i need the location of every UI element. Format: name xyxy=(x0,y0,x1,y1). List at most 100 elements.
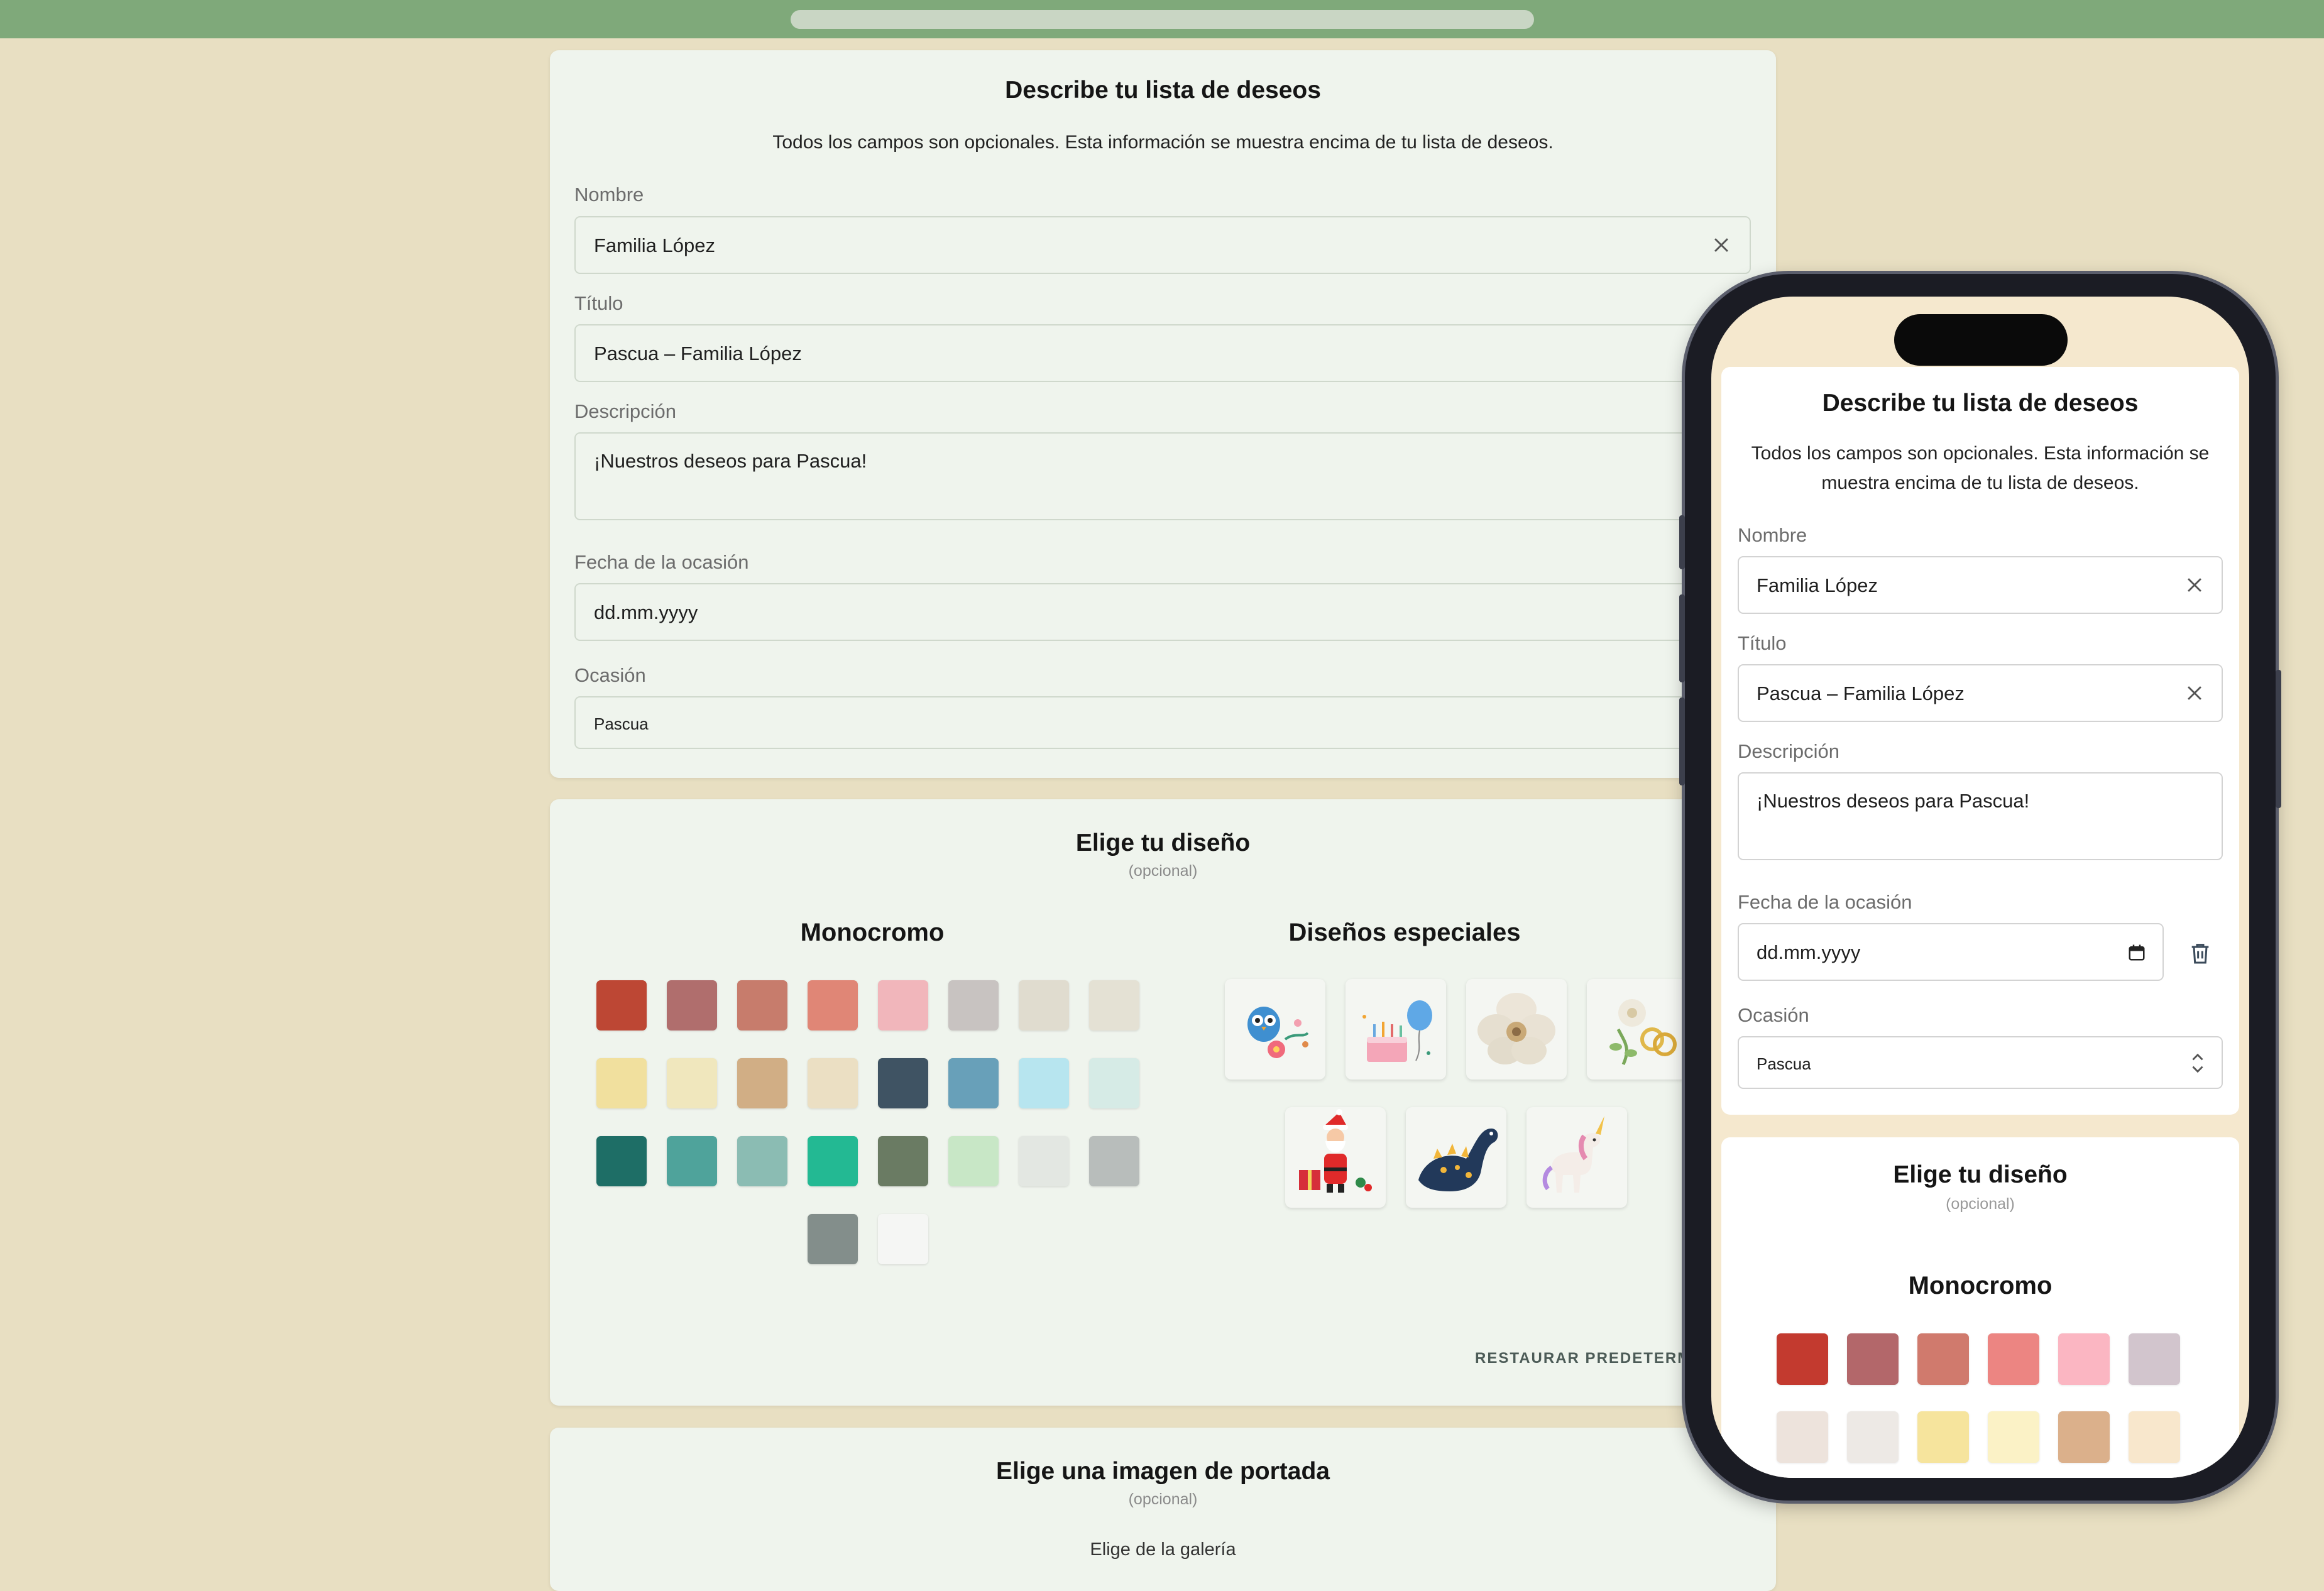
title-value: Pascua – Familia López xyxy=(594,342,802,364)
choose-from-gallery-link[interactable]: Elige de la galería xyxy=(550,1539,1776,1560)
phone-volume-up xyxy=(1679,594,1685,682)
phone-color-swatch[interactable] xyxy=(2058,1333,2110,1385)
design-tile-wedding[interactable] xyxy=(1587,979,1687,1080)
phone-color-swatch[interactable] xyxy=(2058,1411,2110,1463)
color-swatch[interactable] xyxy=(737,1136,787,1186)
phone-name-label: Nombre xyxy=(1738,524,1807,546)
color-swatch[interactable] xyxy=(948,1058,999,1108)
description-label: Descripción xyxy=(574,400,676,422)
top-bar xyxy=(0,0,2324,38)
details-title: Describe tu lista de deseos xyxy=(1005,77,1321,104)
occasion-label: Ocasión xyxy=(574,664,646,686)
date-label: Fecha de la ocasión xyxy=(574,551,749,573)
phone-description-label: Descripción xyxy=(1738,740,1839,762)
phone-power-button xyxy=(2276,670,2281,808)
phone-color-swatch[interactable] xyxy=(1917,1333,1969,1385)
occasion-select[interactable]: Pascua xyxy=(574,696,1751,749)
name-input[interactable]: Familia López xyxy=(574,216,1751,274)
color-swatch[interactable] xyxy=(596,980,647,1031)
phone-details-card: Describe tu lista de deseos Todos los ca… xyxy=(1721,367,2239,1115)
dinosaur-icon xyxy=(1418,1129,1498,1191)
color-swatch[interactable] xyxy=(808,980,858,1031)
description-textarea[interactable]: ¡Nuestros deseos para Pascua! xyxy=(574,432,1751,520)
phone-name-input[interactable]: Familia López xyxy=(1738,556,2223,614)
address-bar[interactable] xyxy=(791,10,1534,29)
occasion-value: Pascua xyxy=(594,714,649,733)
color-swatch[interactable] xyxy=(878,1214,928,1264)
date-placeholder: dd.mm.yyyy xyxy=(594,601,698,623)
color-swatch[interactable] xyxy=(878,1058,928,1108)
trash-icon[interactable] xyxy=(2188,941,2213,966)
design-tile-owl[interactable] xyxy=(1225,979,1325,1080)
phone-clear-title-icon[interactable] xyxy=(2184,682,2205,704)
owl-flowers-icon xyxy=(1247,1007,1309,1058)
details-card: Describe tu lista de deseos Todos los ca… xyxy=(550,50,1776,778)
design-tile-santa[interactable] xyxy=(1285,1107,1386,1208)
chevron-up-down-icon xyxy=(2192,1053,2203,1073)
phone-color-swatch[interactable] xyxy=(1777,1333,1828,1385)
phone-occasion-label: Ocasión xyxy=(1738,1004,1809,1026)
color-swatch[interactable] xyxy=(878,980,928,1031)
design-tile-dinosaur[interactable] xyxy=(1406,1107,1506,1208)
color-swatch[interactable] xyxy=(737,980,787,1031)
phone-date-placeholder: dd.mm.yyyy xyxy=(1757,941,1861,963)
dynamic-island xyxy=(1894,314,2068,366)
color-swatch[interactable] xyxy=(596,1136,647,1186)
santa-claus-gift-icon xyxy=(1299,1109,1372,1193)
unicorn-icon xyxy=(1542,1116,1604,1193)
title-input[interactable]: Pascua – Familia López xyxy=(574,324,1751,382)
color-swatch[interactable] xyxy=(1089,1058,1139,1108)
color-swatch[interactable] xyxy=(1019,1136,1069,1186)
phone-title-value: Pascua – Familia López xyxy=(1757,682,1965,704)
phone-color-swatch[interactable] xyxy=(1847,1333,1899,1385)
special-designs-heading: Diseños especiales xyxy=(1288,919,1521,946)
cover-optional: (opcional) xyxy=(1128,1490,1198,1508)
phone-date-input[interactable]: dd.mm.yyyy xyxy=(1738,923,2164,981)
phone-color-swatch[interactable] xyxy=(2129,1411,2180,1463)
phone-title-input[interactable]: Pascua – Familia López xyxy=(1738,664,2223,722)
design-tile-birthday[interactable] xyxy=(1346,979,1446,1080)
color-swatch[interactable] xyxy=(1019,1058,1069,1108)
phone-occasion-select[interactable]: Pascua xyxy=(1738,1036,2223,1089)
design-title: Elige tu diseño xyxy=(1075,829,1251,856)
phone-screen: Describe tu lista de deseos Todos los ca… xyxy=(1711,297,2249,1478)
date-input[interactable]: dd.mm.yyyy xyxy=(574,583,1751,641)
phone-color-swatch[interactable] xyxy=(1988,1411,2039,1463)
phone-calendar-icon[interactable] xyxy=(2127,943,2146,962)
color-swatch[interactable] xyxy=(667,980,717,1031)
phone-color-swatch[interactable] xyxy=(1777,1411,1828,1463)
phone-date-label: Fecha de la ocasión xyxy=(1738,891,1912,913)
color-swatch[interactable] xyxy=(596,1058,647,1108)
phone-design-title: Elige tu diseño xyxy=(1893,1161,2068,1188)
color-swatch[interactable] xyxy=(808,1214,858,1264)
color-swatch[interactable] xyxy=(948,980,999,1031)
phone-side-button xyxy=(1679,515,1685,569)
phone-description-textarea[interactable]: ¡Nuestros deseos para Pascua! xyxy=(1738,772,2223,860)
phone-color-swatch[interactable] xyxy=(1988,1333,2039,1385)
design-tile-flower[interactable] xyxy=(1466,979,1567,1080)
color-swatch[interactable] xyxy=(667,1136,717,1186)
color-swatch[interactable] xyxy=(948,1136,999,1186)
color-swatch[interactable] xyxy=(1089,980,1139,1031)
wedding-rings-flowers-icon xyxy=(1609,999,1677,1066)
description-value: ¡Nuestros deseos para Pascua! xyxy=(594,450,867,472)
color-swatch[interactable] xyxy=(1019,980,1069,1031)
cover-card: Elige una imagen de portada (opcional) E… xyxy=(550,1428,1776,1591)
reset-defaults-button[interactable]: RESTAURAR PREDETERMIN xyxy=(1475,1350,1709,1367)
design-optional: (opcional) xyxy=(1128,862,1198,880)
phone-details-subtitle: Todos los campos son opcionales. Esta in… xyxy=(1751,443,2210,493)
color-swatch[interactable] xyxy=(878,1136,928,1186)
color-swatch[interactable] xyxy=(808,1058,858,1108)
color-swatch[interactable] xyxy=(667,1058,717,1108)
phone-color-swatch[interactable] xyxy=(2129,1333,2180,1385)
color-swatch[interactable] xyxy=(737,1058,787,1108)
phone-description-value: ¡Nuestros deseos para Pascua! xyxy=(1757,790,2030,812)
phone-color-swatch[interactable] xyxy=(1917,1411,1969,1463)
color-swatch[interactable] xyxy=(808,1136,858,1186)
color-swatch[interactable] xyxy=(1089,1136,1139,1186)
phone-clear-name-icon[interactable] xyxy=(2184,574,2205,596)
design-tile-unicorn[interactable] xyxy=(1526,1107,1627,1208)
clear-name-icon[interactable] xyxy=(1711,234,1732,256)
white-flower-icon xyxy=(1477,993,1555,1064)
phone-color-swatch[interactable] xyxy=(1847,1411,1899,1463)
